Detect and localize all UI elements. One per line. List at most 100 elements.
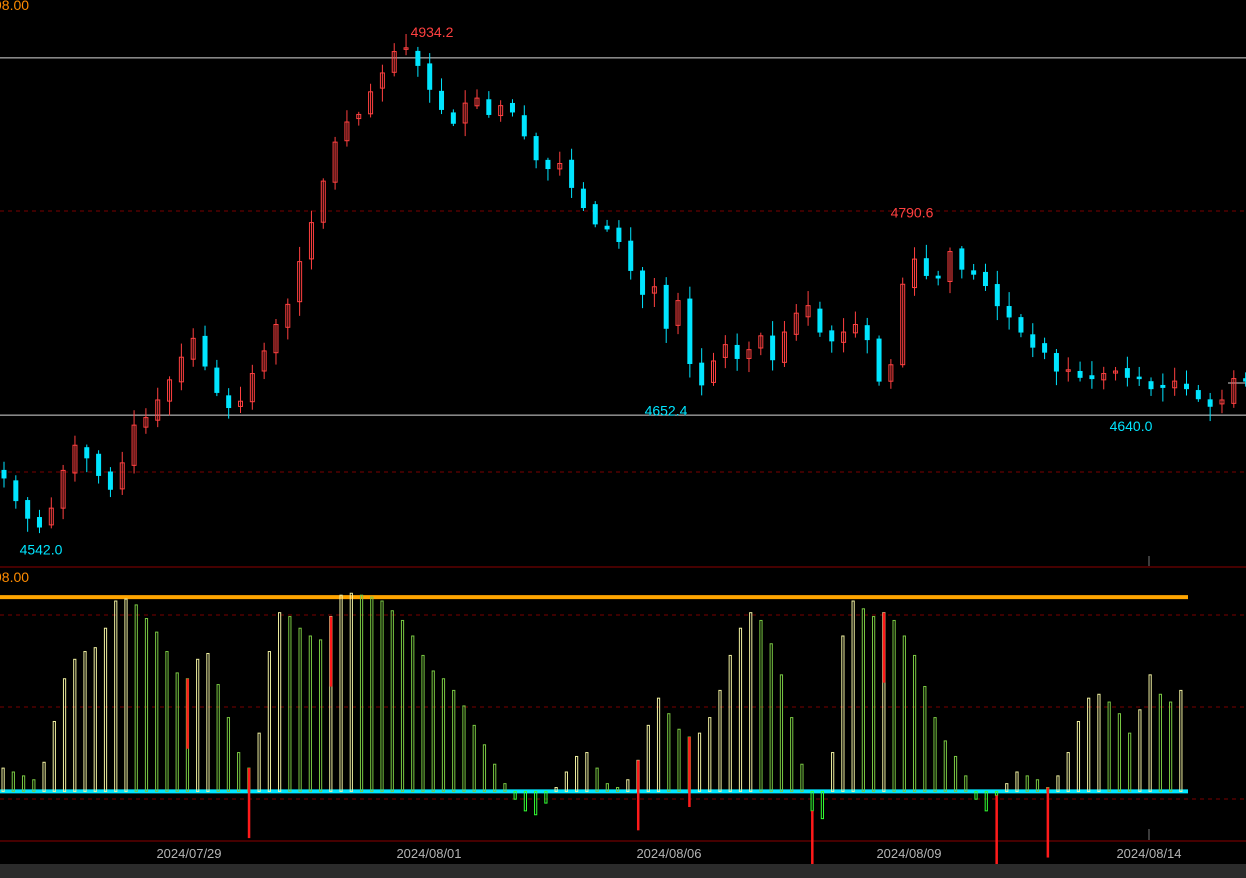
- candle: [817, 301, 823, 337]
- candle: [1231, 370, 1237, 408]
- candle: [770, 321, 776, 371]
- candle: [545, 157, 551, 181]
- oscillator-bar: [21, 775, 26, 792]
- oscillator-bars: [1, 592, 1183, 878]
- oscillator-bar: [656, 697, 661, 792]
- candle: [498, 100, 504, 122]
- oscillator-bar: [1169, 701, 1173, 792]
- candle: [781, 321, 787, 367]
- candle: [864, 317, 870, 354]
- oscillator-bar: [810, 790, 814, 812]
- oscillator-bar: [534, 790, 538, 816]
- candle: [308, 210, 314, 270]
- oscillator-bar: [237, 752, 241, 792]
- candle: [1148, 377, 1154, 396]
- oscillator-bar: [175, 672, 179, 792]
- candle: [297, 246, 303, 316]
- candle: [1207, 392, 1213, 422]
- candle: [285, 298, 291, 340]
- oscillator-bar: [892, 619, 896, 792]
- candle: [604, 219, 610, 232]
- x-tick-label: 2024/08/01: [396, 846, 461, 861]
- x-tick-label: 2024/08/06: [636, 846, 701, 861]
- candle: [994, 270, 1000, 321]
- x-tick-label: 2024/08/09: [876, 846, 941, 861]
- oscillator-bar: [964, 775, 968, 792]
- oscillator-axis-label: 98.00: [0, 569, 29, 585]
- oscillator-bar: [646, 724, 650, 792]
- candle: [1065, 357, 1071, 382]
- candle: [84, 444, 90, 473]
- oscillator-bar: [677, 728, 681, 792]
- candle: [202, 325, 208, 371]
- oscillator-bar: [575, 755, 579, 792]
- oscillator-bar: [196, 658, 200, 792]
- candle: [13, 475, 19, 509]
- oscillator-bar: [493, 763, 497, 792]
- candle: [1160, 373, 1166, 402]
- candle: [143, 408, 149, 434]
- candle: [368, 83, 374, 118]
- candle: [36, 509, 42, 534]
- oscillator-bar: [370, 596, 374, 792]
- oscillator-bar: [114, 600, 118, 792]
- candle: [734, 333, 740, 371]
- oscillator-bar: [718, 689, 722, 792]
- candle: [249, 364, 255, 410]
- candle: [793, 304, 799, 341]
- candle: [332, 136, 338, 190]
- x-axis: 2024/07/29 2024/08/01 2024/08/06 2024/08/09…: [156, 846, 1181, 861]
- trading-chart: 4934.2 4790.6 4652.4 4640.0 4542.0 2024/07/2…: [0, 0, 1246, 878]
- x-tick-label: 2024/07/29: [156, 846, 221, 861]
- oscillator-bar: [1097, 693, 1101, 792]
- candle: [722, 335, 728, 369]
- oscillator-bar: [861, 608, 865, 792]
- oscillator-bar: [523, 790, 528, 812]
- oscillator-bar: [42, 761, 46, 792]
- oscillator-bar: [73, 658, 77, 792]
- candle: [486, 91, 492, 118]
- oscillator-bar: [349, 592, 353, 792]
- oscillator-bar: [452, 689, 456, 792]
- candle: [971, 263, 977, 280]
- oscillator-bar: [667, 713, 671, 792]
- candle: [640, 266, 646, 309]
- oscillator-bar: [953, 755, 958, 792]
- candle: [1089, 361, 1095, 389]
- oscillator-bar: [728, 654, 732, 792]
- oscillator-bar: [380, 600, 384, 792]
- oscillator-bar: [441, 678, 446, 792]
- oscillator-bar: [165, 651, 169, 792]
- oscillator-bar: [738, 627, 743, 792]
- candle: [805, 291, 811, 326]
- oscillator-bar: [226, 717, 231, 792]
- oscillator-bar: [308, 635, 312, 792]
- candle: [1184, 370, 1189, 396]
- candle: [48, 497, 54, 529]
- candle: [1018, 314, 1024, 338]
- candle: [238, 386, 243, 414]
- price-annotation: 4542.0: [20, 541, 63, 557]
- oscillator-bar: [318, 639, 323, 792]
- oscillator-bar: [144, 618, 149, 792]
- signal-bar: [1046, 787, 1050, 858]
- oscillator-bar: [298, 627, 302, 792]
- oscillator-bar: [11, 771, 15, 792]
- candle: [1113, 366, 1119, 381]
- candle: [675, 292, 681, 335]
- candle: [320, 178, 326, 229]
- oscillator-bar: [1138, 709, 1142, 792]
- candle: [60, 464, 66, 520]
- oscillator-bar: [933, 717, 937, 792]
- candle: [1053, 349, 1059, 386]
- oscillator-bar: [431, 670, 435, 792]
- candle: [462, 90, 468, 137]
- candle: [415, 46, 421, 77]
- oscillator-bar: [1025, 775, 1029, 792]
- oscillator-bar: [820, 790, 825, 820]
- candle: [888, 359, 894, 389]
- oscillator-bar: [482, 744, 487, 792]
- oscillator-bar: [749, 612, 753, 792]
- candle: [391, 43, 397, 77]
- oscillator-bar: [134, 604, 138, 792]
